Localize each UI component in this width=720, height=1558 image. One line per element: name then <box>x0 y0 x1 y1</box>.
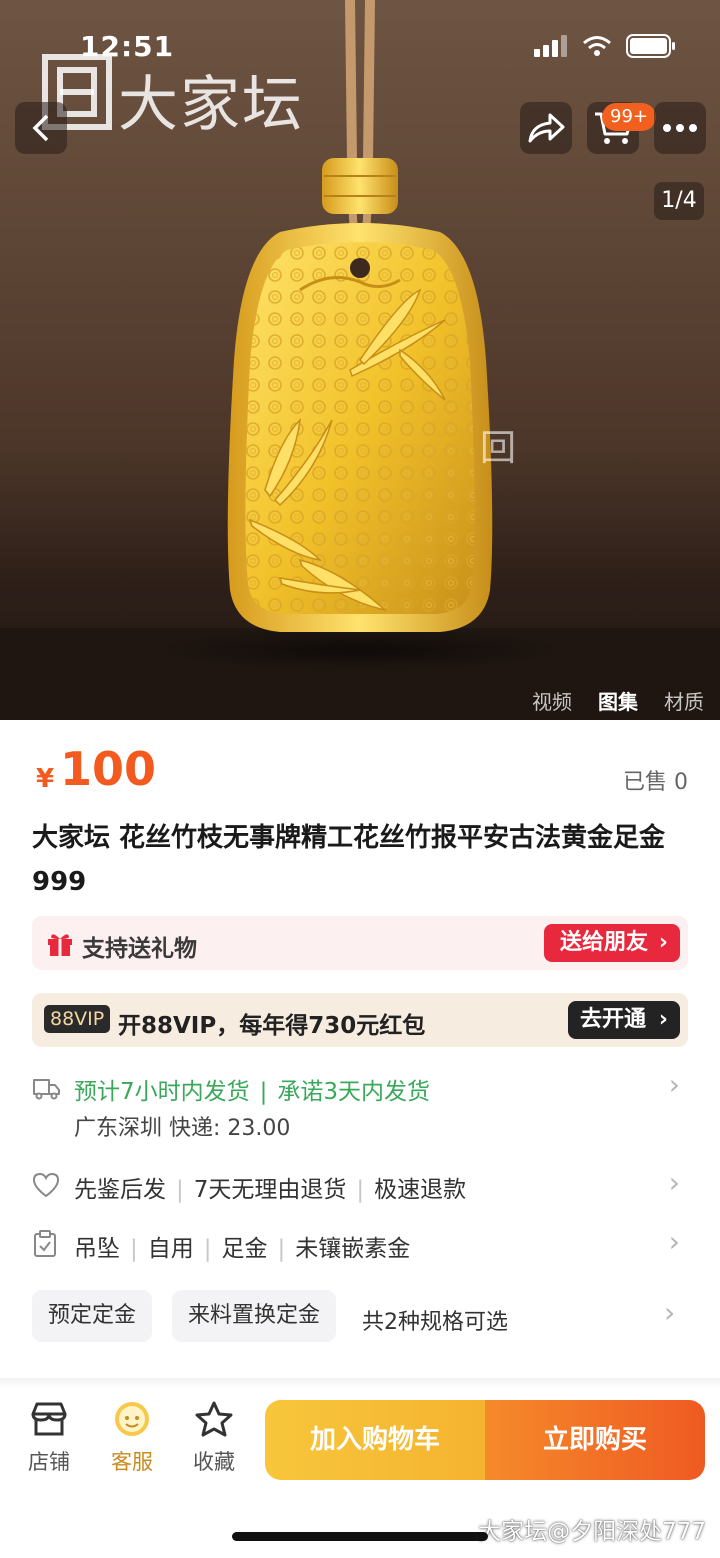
customer-service-icon <box>115 1402 149 1436</box>
service-tag: 7天无理由退货 <box>193 1177 347 1203</box>
vip-text: 开88VIP，每年得730元红包 <box>118 1013 426 1039</box>
send-to-friend-button[interactable]: 送给朋友 › <box>543 924 680 962</box>
price-row: ¥ 100 已售 0 <box>32 742 688 802</box>
signal-icon <box>534 35 567 57</box>
service-tag: 极速退款 <box>374 1177 467 1203</box>
product-detail-page: 回 12:51 大家坛 99+ 1/4 视频 图集 材质 ¥ 100 已售 0 … <box>0 0 720 1558</box>
share-button[interactable] <box>520 102 572 154</box>
gift-label: 支持送礼物 <box>82 936 197 962</box>
add-to-cart-button[interactable]: 加入购物车 <box>265 1400 485 1480</box>
services-row[interactable]: 先鉴后发 | 7天无理由退货 | 极速退款 › <box>32 1166 688 1203</box>
currency-symbol: ¥ <box>36 764 55 794</box>
open-vip-button[interactable]: 去开通 › <box>567 1001 680 1039</box>
home-indicator[interactable] <box>232 1532 488 1541</box>
shipping-promise: 承诺3天内发货 <box>277 1079 431 1105</box>
status-icons <box>534 34 676 58</box>
spec-option[interactable]: 预定定金 <box>32 1290 153 1342</box>
product-image-gallery[interactable]: 回 12:51 大家坛 99+ 1/4 视频 图集 材质 <box>0 0 720 720</box>
divider <box>0 1378 720 1388</box>
shipping-row[interactable]: 预计7小时内发货 | 承诺3天内发货 广东深圳 快递: 23.00 › <box>32 1068 688 1142</box>
wifi-icon <box>583 36 611 56</box>
svg-text:回: 回 <box>480 428 516 469</box>
star-icon <box>195 1401 233 1437</box>
chevron-right-icon: › <box>668 1068 680 1101</box>
share-icon <box>528 113 565 143</box>
customer-service-label: 客服 <box>111 1450 153 1474</box>
shipping-estimate: 预计7小时内发货 <box>74 1079 250 1105</box>
media-tabs: 视频 图集 材质 <box>532 686 704 715</box>
cart-count-badge: 99+ <box>602 103 656 131</box>
service-tag: 先鉴后发 <box>74 1177 166 1203</box>
chevron-right-icon: › <box>668 1166 680 1199</box>
spec-option[interactable]: 来料置换定金 <box>172 1290 337 1342</box>
buy-now-button[interactable]: 立即购买 <box>485 1400 705 1480</box>
truck-icon <box>33 1079 60 1100</box>
more-dots-icon <box>663 124 697 132</box>
image-counter: 1/4 <box>654 182 704 220</box>
chevron-right-icon: › <box>658 930 668 955</box>
chevron-right-icon: › <box>658 1007 668 1032</box>
shipping-time: 预计7小时内发货 | 承诺3天内发货 <box>74 1079 431 1105</box>
tab-gallery[interactable]: 图集 <box>598 686 638 715</box>
favorite-button[interactable]: 收藏 <box>178 1400 250 1476</box>
vip-bar[interactable]: 88VIP 开88VIP，每年得730元红包 去开通 › <box>32 993 688 1047</box>
watermark-text: 大家坛@夕阳深处777 <box>478 1519 706 1545</box>
chevron-left-icon <box>32 114 49 142</box>
vip-badge: 88VIP <box>44 1005 111 1033</box>
product-title: 大家坛 花丝竹枝无事牌精工花丝竹报平安古法黄金足金999 <box>32 823 666 897</box>
gift-bar[interactable]: 支持送礼物 送给朋友 › <box>32 916 688 970</box>
store-icon <box>31 1402 67 1436</box>
store-button[interactable]: 店铺 <box>13 1400 85 1476</box>
params-row[interactable]: 吊坠 | 自用 | 足金 | 未镶嵌素金 › <box>32 1225 688 1262</box>
gift-icon <box>48 934 72 956</box>
battery-icon <box>626 34 675 58</box>
favorite-label: 收藏 <box>193 1450 235 1474</box>
back-button[interactable] <box>15 102 67 154</box>
store-label: 店铺 <box>28 1450 70 1474</box>
spec-count[interactable]: 共2种规格可选 <box>362 1304 508 1336</box>
more-button[interactable] <box>654 102 706 154</box>
chevron-right-icon: › <box>668 1225 680 1258</box>
heart-shield-icon <box>32 1172 60 1198</box>
clipboard-icon <box>34 1230 56 1257</box>
tab-material[interactable]: 材质 <box>664 686 704 715</box>
param-tag: 自用 <box>147 1236 194 1262</box>
param-tags: 吊坠 | 自用 | 足金 | 未镶嵌素金 <box>74 1236 411 1262</box>
brand-logo-text: 大家坛 <box>118 70 304 140</box>
open-vip-label: 去开通 <box>579 1007 646 1032</box>
bottom-action-bar: 店铺 客服 收藏 加入购物车 立即购买 <box>0 1390 720 1490</box>
service-tags: 先鉴后发 | 7天无理由退货 | 极速退款 <box>74 1177 467 1203</box>
send-to-friend-label: 送给朋友 <box>559 930 648 955</box>
customer-service-button[interactable]: 客服 <box>96 1400 168 1476</box>
param-tag: 足金 <box>221 1236 268 1262</box>
param-tag: 吊坠 <box>74 1236 120 1262</box>
param-tag: 未镶嵌素金 <box>295 1236 411 1262</box>
tab-video[interactable]: 视频 <box>532 686 572 715</box>
price: 100 <box>60 742 157 796</box>
shipping-origin-fee: 广东深圳 快递: 23.00 <box>74 1116 291 1141</box>
sold-count: 已售 0 <box>623 770 688 795</box>
chevron-right-icon[interactable]: › <box>664 1296 712 1329</box>
